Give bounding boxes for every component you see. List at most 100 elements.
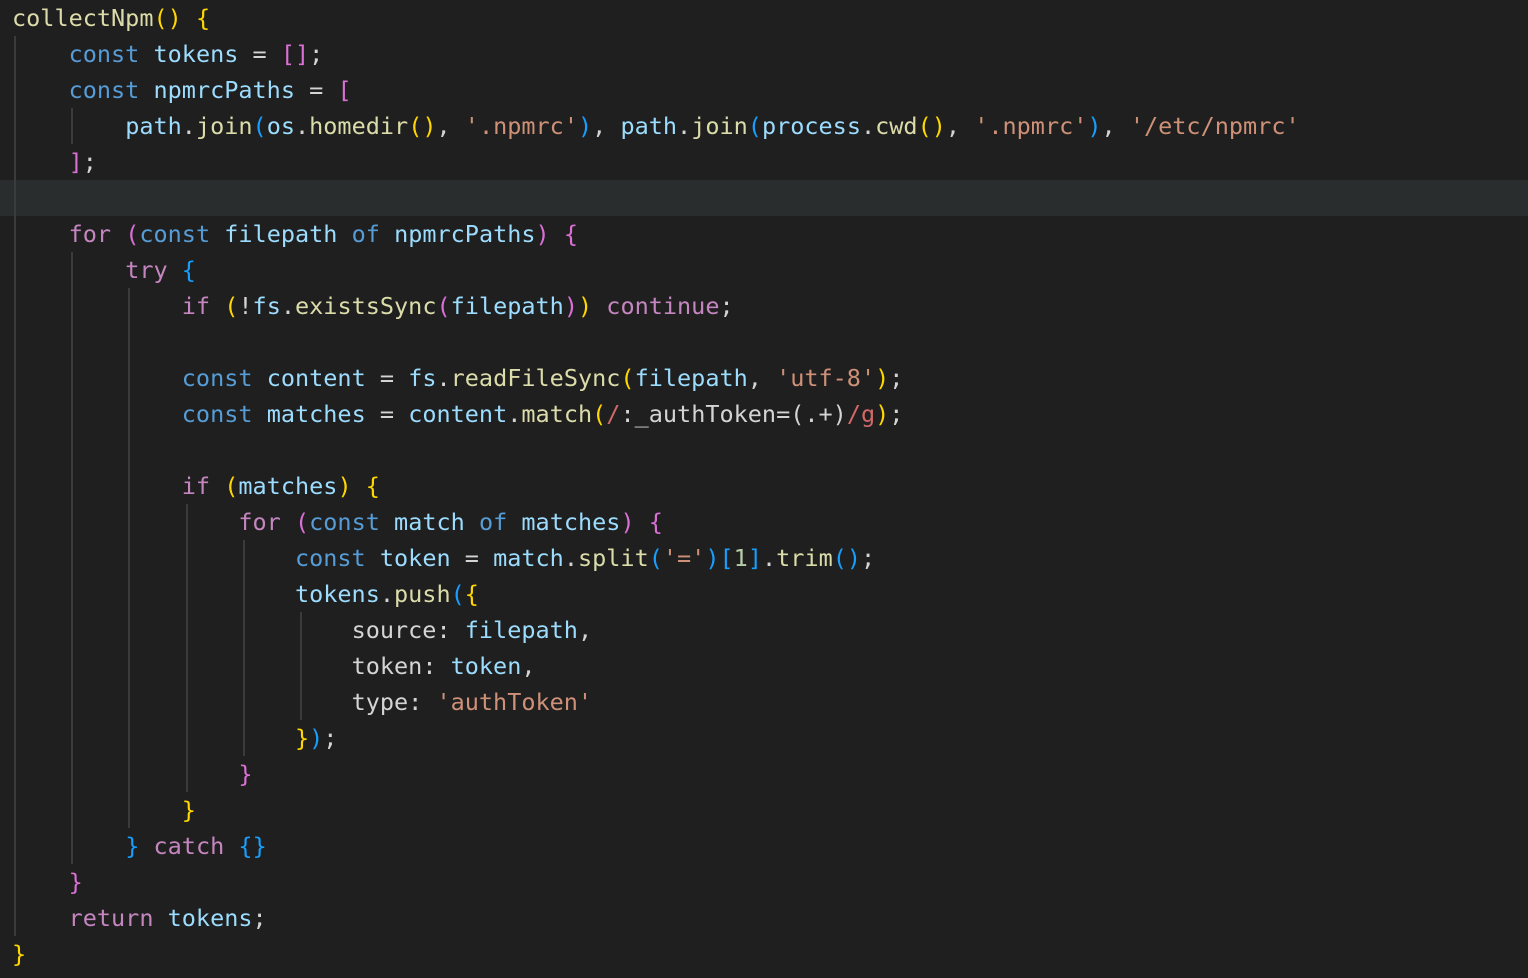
code-line[interactable]: }	[0, 936, 1528, 972]
code-editor[interactable]: collectNpm() { const tokens = []; const …	[0, 0, 1528, 978]
code-token: ,	[521, 652, 536, 680]
indent-guide	[128, 324, 131, 360]
code-line[interactable]: const npmrcPaths = [	[0, 72, 1528, 108]
code-token: join	[195, 112, 253, 140]
code-token: try	[125, 256, 168, 284]
code-token: cwd	[875, 112, 918, 140]
indent-guide	[242, 540, 245, 576]
indent-guide	[14, 288, 16, 324]
code-token: const	[181, 364, 253, 392]
indent-guide	[14, 324, 16, 360]
code-token: !	[238, 292, 253, 320]
code-token: token	[351, 652, 423, 680]
code-line[interactable]: ];	[0, 144, 1528, 180]
code-token: ;	[719, 292, 734, 320]
code-token: (	[294, 508, 310, 536]
indent-guide	[185, 504, 188, 540]
code-line[interactable]: tokens.push({	[0, 576, 1528, 612]
code-token: )	[577, 292, 593, 320]
code-token: )	[705, 544, 720, 572]
code-token: if	[181, 292, 211, 320]
code-token: filepath	[634, 364, 748, 392]
code-line[interactable]: type: 'authToken'	[0, 684, 1528, 720]
code-token: 'authToken'	[436, 688, 593, 716]
code-line[interactable]: const tokens = [];	[0, 36, 1528, 72]
indent-guide	[71, 108, 74, 144]
code-token: }	[181, 796, 196, 824]
code-token: .	[507, 400, 522, 428]
code-token: /	[606, 400, 621, 428]
indent-guide	[128, 648, 131, 684]
code-token: ]	[747, 544, 762, 572]
code-token: tokens	[167, 904, 253, 932]
code-token: =	[294, 76, 338, 104]
code-token: (	[592, 400, 607, 428]
code-line[interactable]	[0, 180, 1528, 216]
indent-guide	[71, 504, 74, 540]
code-line[interactable]: const content = fs.readFileSync(filepath…	[0, 360, 1528, 396]
code-line[interactable]: return tokens;	[0, 900, 1528, 936]
code-line[interactable]: path.join(os.homedir(), '.npmrc'), path.…	[0, 108, 1528, 144]
code-token: )	[620, 508, 635, 536]
code-token: (	[252, 112, 267, 140]
code-line[interactable]: }	[0, 792, 1528, 828]
indent-guide	[185, 540, 188, 576]
code-token: ]	[295, 40, 310, 68]
code-line[interactable]	[0, 324, 1528, 360]
indent-guide	[128, 720, 131, 756]
indent-guide	[128, 684, 131, 720]
code-line[interactable]: }	[0, 864, 1528, 900]
code-line[interactable]: const token = match.split('=')[1].trim()…	[0, 540, 1528, 576]
code-line[interactable]: source: filepath,	[0, 612, 1528, 648]
code-line[interactable]: });	[0, 720, 1528, 756]
code-token: {	[238, 832, 253, 860]
code-token: (	[450, 580, 465, 608]
indent-guide	[71, 468, 74, 504]
indent-guide	[14, 252, 16, 288]
code-token: tokens	[294, 580, 380, 608]
code-token: {	[195, 4, 211, 32]
code-token: )	[563, 292, 578, 320]
code-token: }	[252, 832, 267, 860]
code-line[interactable]: if (matches) {	[0, 468, 1528, 504]
code-token: (	[125, 220, 140, 248]
code-line[interactable]: for (const match of matches) {	[0, 504, 1528, 540]
indent-guide	[71, 612, 74, 648]
code-line[interactable]: if (!fs.existsSync(filepath)) continue;	[0, 288, 1528, 324]
code-token: /g	[846, 400, 876, 428]
code-token: const	[309, 508, 380, 536]
indent-guide	[71, 288, 74, 324]
code-token: ,	[577, 616, 593, 644]
code-token: (	[917, 112, 932, 140]
code-token: content	[408, 400, 508, 428]
code-line[interactable]: } catch {}	[0, 828, 1528, 864]
code-line[interactable]: try {	[0, 252, 1528, 288]
code-line[interactable]: const matches = content.match(/:_authTok…	[0, 396, 1528, 432]
indent-guide	[128, 612, 131, 648]
code-token: ;	[309, 40, 324, 68]
code-line[interactable]: collectNpm() {	[0, 0, 1528, 36]
code-token: }	[68, 868, 83, 896]
code-line[interactable]: }	[0, 756, 1528, 792]
code-token: {	[365, 472, 380, 500]
code-token: .	[436, 364, 451, 392]
code-line[interactable]	[0, 432, 1528, 468]
indent-guide	[242, 648, 245, 684]
code-token: of	[351, 220, 380, 248]
code-token: .	[563, 544, 578, 572]
code-line[interactable]: token: token,	[0, 648, 1528, 684]
code-line[interactable]: for (const filepath of npmrcPaths) {	[0, 216, 1528, 252]
